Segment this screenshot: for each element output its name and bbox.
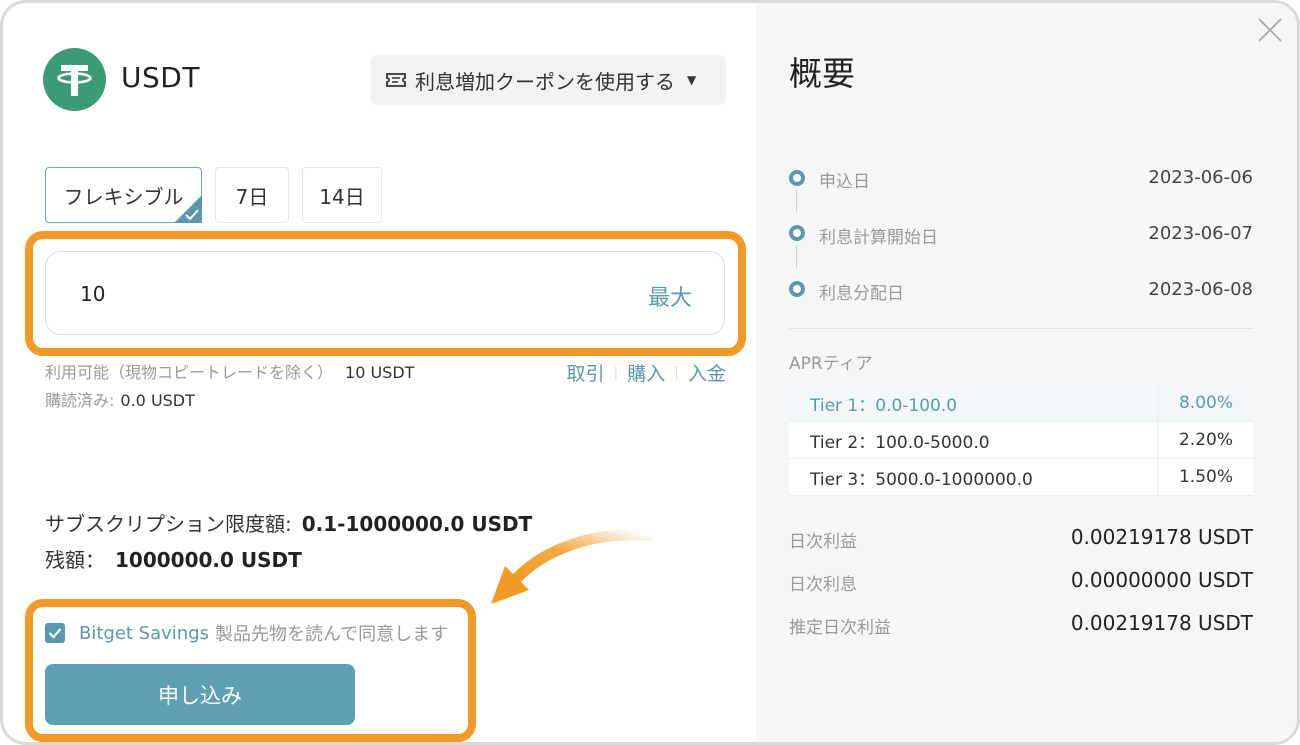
application-date-label: 申込日: [819, 172, 870, 192]
tier-name: Tier 1：0.0-100.0: [789, 385, 1159, 421]
coupon-label: 利息増加クーポンを使用する: [415, 69, 675, 94]
daily-interest-value: 0.00000000 USDT: [1070, 568, 1253, 592]
timeline-line: [796, 246, 797, 268]
subscribed-value: 0.0 USDT: [120, 391, 195, 410]
check-corner-icon: [174, 195, 202, 223]
checkbox-check-icon: [48, 628, 62, 639]
balance-label: 残額：: [45, 548, 105, 572]
timeline-dot-icon: [789, 170, 805, 186]
interest-distribution-date-label: 利息分配日: [819, 284, 904, 304]
buy-link[interactable]: 購入: [627, 359, 665, 386]
estimated-daily-profit-label: 推定日次利益: [789, 618, 891, 638]
tier-name: Tier 2：100.0-5000.0: [789, 422, 1159, 458]
subscribe-button[interactable]: 申し込み: [45, 664, 355, 725]
tier-rate: 2.20%: [1178, 430, 1233, 450]
fund-links: 取引 | 購入 | 入金: [567, 359, 726, 386]
interest-distribution-date-value: 2023-06-08: [1148, 279, 1253, 300]
curved-arrow-icon: [491, 529, 653, 604]
tab-label: 7日: [235, 184, 269, 209]
tab-label: 14日: [319, 184, 365, 209]
subscription-form-panel: USDT 利息増加クーポンを使用する ▼ フレキシブル 7日 14日 10 最大…: [3, 3, 756, 742]
available-balance: 利用可能（現物コピートレードを除く） 10 USDT: [45, 359, 414, 383]
tab-7-days[interactable]: 7日: [215, 167, 289, 223]
balance-value: 1000000.0 USDT: [115, 548, 302, 572]
coin-name: USDT: [121, 61, 200, 94]
tier-rate: 8.00%: [1178, 393, 1233, 413]
daily-profit-label: 日次利益: [789, 532, 857, 552]
subscription-modal: USDT 利息増加クーポンを使用する ▼ フレキシブル 7日 14日 10 最大…: [0, 0, 1300, 745]
agreement-text: 製品先物を読んで同意します: [215, 624, 449, 645]
link-divider: |: [674, 364, 679, 381]
agreement-checkbox[interactable]: [45, 623, 65, 643]
apr-tier-label: APRティア: [789, 354, 873, 374]
coupon-tag-icon: [386, 73, 406, 87]
tab-14-days[interactable]: 14日: [302, 167, 382, 223]
amount-value: 10: [80, 282, 106, 306]
remaining-balance: 残額： 1000000.0 USDT: [45, 544, 302, 573]
agreement-row: Bitget Savings 製品先物を読んで同意します: [45, 620, 448, 646]
apr-tier-table: Tier 1：0.0-100.0 8.00% Tier 2：100.0-5000…: [789, 385, 1253, 496]
timeline-dot-icon: [789, 225, 805, 241]
transfer-link[interactable]: 取引: [567, 359, 605, 386]
interest-start-date-value: 2023-06-07: [1148, 223, 1253, 244]
tier-row: Tier 3：5000.0-1000000.0 1.50%: [789, 459, 1253, 496]
coupon-dropdown[interactable]: 利息増加クーポンを使用する ▼: [371, 55, 726, 105]
daily-profit-value: 0.00219178 USDT: [1070, 525, 1253, 549]
limit-label: サブスクリプション限度額:: [45, 512, 292, 536]
link-divider: |: [613, 364, 619, 381]
tier-rate: 1.50%: [1178, 467, 1233, 487]
application-date-value: 2023-06-06: [1148, 167, 1253, 188]
caret-down-icon: ▼: [687, 73, 697, 87]
available-value: 10 USDT: [345, 363, 415, 382]
summary-title: 概要: [789, 54, 855, 93]
tab-flexible[interactable]: フレキシブル: [45, 167, 202, 223]
deposit-link[interactable]: 入金: [688, 359, 726, 386]
tier-row: Tier 1：0.0-100.0 8.00%: [789, 385, 1253, 422]
close-icon[interactable]: [1255, 15, 1285, 45]
subscription-limit: サブスクリプション限度額: 0.1-1000000.0 USDT: [45, 508, 532, 537]
interest-start-date-label: 利息計算開始日: [819, 228, 938, 248]
subscribed-label: 購読済み:: [45, 391, 115, 410]
amount-input[interactable]: 10 最大: [45, 251, 725, 335]
tier-row: Tier 2：100.0-5000.0 2.20%: [789, 422, 1253, 459]
available-label: 利用可能（現物コピートレードを除く）: [45, 363, 334, 382]
savings-terms-link[interactable]: Bitget Savings: [79, 623, 209, 644]
timeline-line: [796, 190, 797, 212]
tier-name: Tier 3：5000.0-1000000.0: [789, 459, 1159, 495]
tether-logo-icon: [43, 48, 106, 111]
summary-divider: [789, 328, 1253, 329]
max-button[interactable]: 最大: [648, 280, 692, 312]
summary-panel: 概要 申込日 2023-06-06 利息計算開始日 2023-06-07 利息分…: [756, 3, 1297, 742]
tab-label: フレキシブル: [63, 184, 184, 209]
daily-interest-label: 日次利息: [789, 575, 857, 595]
estimated-daily-profit-value: 0.00219178 USDT: [1070, 611, 1253, 635]
timeline-dot-icon: [789, 281, 805, 297]
subscribed-amount: 購読済み: 0.0 USDT: [45, 387, 195, 411]
